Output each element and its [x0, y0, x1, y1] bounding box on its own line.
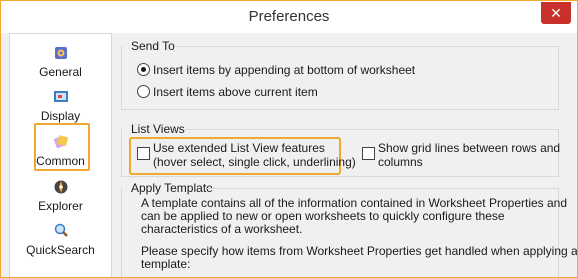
sidebar-item-label: General: [39, 65, 82, 79]
close-button[interactable]: ✕: [541, 2, 571, 24]
sidebar-item-quicksearch[interactable]: QuickSearch: [10, 222, 111, 257]
extended-list-view-label: Use extended List View features: [153, 141, 325, 155]
append-bottom-label: Insert items by appending at bottom of w…: [153, 63, 416, 77]
grid-lines-label: Show grid lines between rows and: [378, 141, 561, 155]
preferences-window: Preferences ✕ General Display Common Exp…: [0, 0, 578, 278]
append-bottom-radio[interactable]: [137, 63, 150, 76]
sidebar-item-display[interactable]: Display: [10, 88, 111, 123]
grid-lines-sublabel: columns: [378, 155, 423, 169]
sidebar-item-general[interactable]: General: [10, 44, 111, 79]
text-line: template:: [141, 257, 191, 271]
main-panel: Send To Insert items by appending at bot…: [113, 33, 578, 277]
explorer-icon: [54, 180, 67, 194]
sidebar-item-explorer[interactable]: Explorer: [10, 178, 111, 213]
window-title: Preferences: [248, 8, 330, 25]
general-icon: [54, 47, 67, 59]
insert-above-label: Insert items above current item: [153, 85, 318, 99]
display-icon: [53, 91, 68, 102]
template-instructions: Please specify how items from Worksheet …: [141, 244, 578, 271]
template-description: A template contains all of the informati…: [141, 197, 567, 236]
quicksearch-icon: [54, 223, 68, 237]
text-line: characteristics of a worksheet.: [141, 222, 303, 236]
extended-list-view-sublabel: (hover select, single click, underlining…: [153, 155, 356, 169]
grid-lines-checkbox[interactable]: [362, 147, 375, 160]
sidebar-item-label: QuickSearch: [26, 243, 95, 257]
text-line: Please specify how items from Worksheet …: [141, 244, 578, 258]
title-bar: Preferences ✕: [1, 1, 577, 33]
insert-above-radio[interactable]: [137, 85, 150, 98]
send-to-group: [121, 46, 559, 110]
sidebar: General Display Common Explorer QuickSea…: [9, 33, 112, 277]
sidebar-item-label: Explorer: [38, 199, 83, 213]
selection-highlight: [34, 123, 90, 171]
extended-list-view-checkbox[interactable]: [137, 147, 150, 160]
sidebar-item-label: Display: [40, 109, 81, 123]
